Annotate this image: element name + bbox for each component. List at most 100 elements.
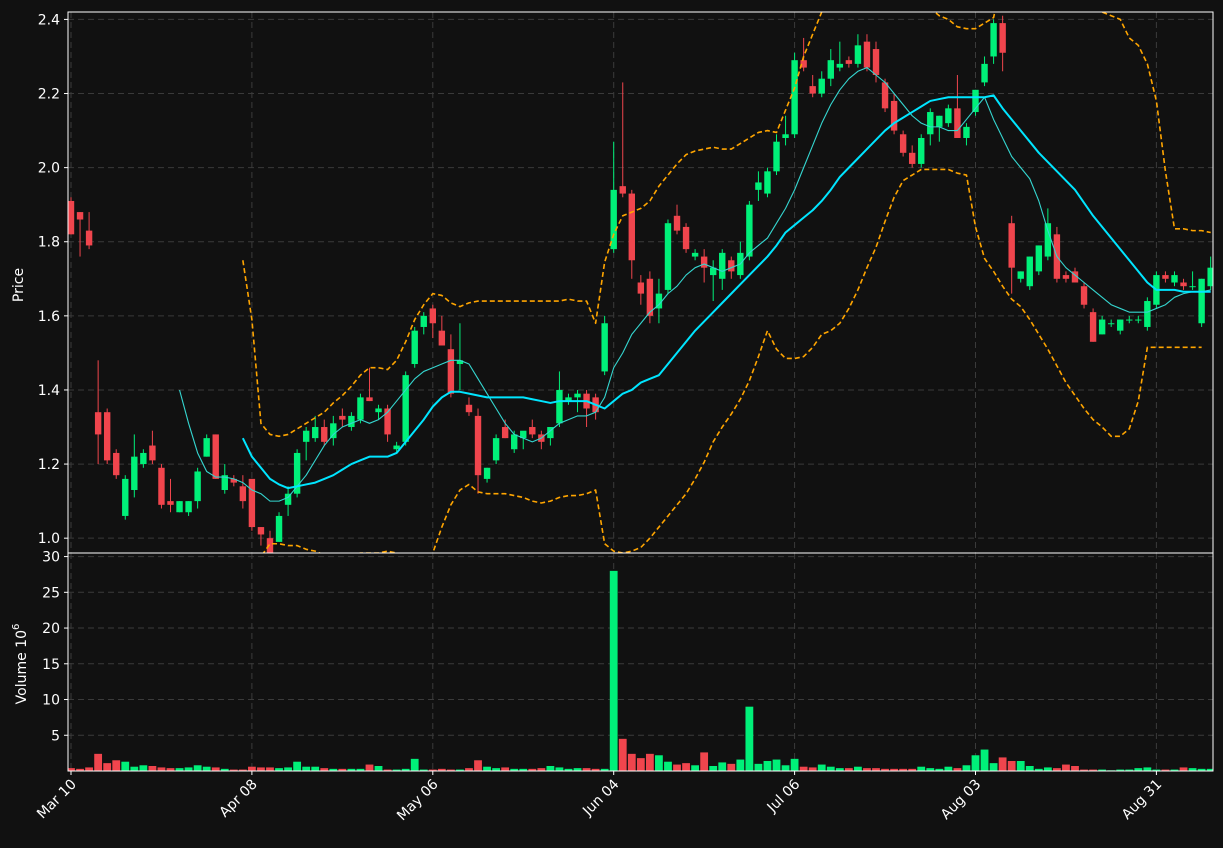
candle-body <box>131 456 138 491</box>
volume-bar <box>1062 764 1070 771</box>
candle-body <box>791 60 798 135</box>
candle-up <box>601 315 608 376</box>
candle-body <box>682 226 690 250</box>
volume-bar <box>103 763 112 771</box>
candle-body <box>927 112 934 135</box>
candle-body <box>113 452 120 476</box>
price-tick-label: 2.4 <box>38 12 60 28</box>
candle-body <box>1008 223 1015 268</box>
candle-body <box>185 501 192 513</box>
price-tick-label: 1.0 <box>38 531 60 547</box>
candle-up <box>275 512 283 542</box>
volume-bar <box>709 765 718 771</box>
volume-bar <box>691 765 700 771</box>
candle-body <box>411 330 418 365</box>
volume-bar <box>474 760 482 771</box>
candle-up <box>764 167 771 198</box>
candle-body <box>1089 312 1097 342</box>
volume-tick-label: 15 <box>42 657 60 673</box>
candle-body <box>700 256 708 268</box>
candle-body <box>881 82 889 109</box>
candle-body <box>302 430 310 442</box>
volume-bar <box>682 763 690 771</box>
volume-bar <box>673 764 681 771</box>
candle-body <box>899 134 907 153</box>
candle-body <box>963 126 970 138</box>
volume-bar <box>184 767 193 771</box>
candle-body <box>375 408 382 413</box>
candle-body <box>1144 301 1151 327</box>
volume-bar <box>211 767 220 771</box>
candle-down <box>1053 226 1061 283</box>
candle-body <box>1117 319 1124 331</box>
volume-bar <box>799 766 808 771</box>
candle-body <box>529 427 536 435</box>
candle-down <box>1080 282 1088 309</box>
candle-down <box>113 449 120 479</box>
volume-bar <box>618 738 627 771</box>
volume-bar <box>944 766 953 771</box>
volume-bar <box>754 763 763 771</box>
candle-body <box>1180 282 1187 287</box>
volume-bar <box>248 766 256 771</box>
volume-bar <box>193 765 202 771</box>
candle-body <box>203 438 210 457</box>
candle-up <box>1035 245 1043 276</box>
candle-body <box>94 412 102 435</box>
candle-body <box>122 478 129 516</box>
price-tick-label: 2.2 <box>38 87 60 103</box>
candle-down <box>158 464 165 509</box>
candle-body <box>438 330 446 346</box>
candle-body <box>1098 319 1106 335</box>
candle-down <box>68 197 75 235</box>
volume-bar <box>781 765 790 771</box>
candle-up <box>293 449 301 498</box>
volume-bar <box>130 766 139 771</box>
candle-body <box>782 134 789 138</box>
candle-body <box>103 412 111 461</box>
candle-body <box>158 467 165 505</box>
candle-up <box>402 371 409 446</box>
volume-bar <box>664 761 672 771</box>
candle-body <box>492 438 500 461</box>
volume-axis-label: Volume 106 <box>11 624 30 705</box>
volume-bar <box>790 758 799 771</box>
candle-body <box>348 415 355 428</box>
candle-up <box>357 393 364 424</box>
volume-tick-label: 25 <box>42 585 60 601</box>
volume-bar <box>962 765 971 771</box>
volume-bar <box>980 749 989 771</box>
candle-body <box>212 434 219 479</box>
candle-body <box>1135 319 1142 321</box>
volume-bar <box>139 765 148 771</box>
volume-bar <box>817 764 826 771</box>
candle-down <box>881 78 889 113</box>
candle-body <box>574 393 581 398</box>
candle-body <box>339 415 346 420</box>
candle-body <box>908 152 916 164</box>
volume-tick-label: 30 <box>42 550 60 566</box>
candle-body <box>1162 275 1169 279</box>
candle-up <box>1026 256 1033 290</box>
volume-bar <box>94 753 103 771</box>
candle-body <box>845 60 853 64</box>
price-axis-label: Price <box>11 268 27 302</box>
candle-body <box>366 397 373 402</box>
volume-bar <box>772 759 781 771</box>
price-tick-label: 2.0 <box>38 161 60 177</box>
volume-bar <box>736 759 745 771</box>
volume-bar <box>266 767 274 771</box>
price-tick-label: 1.2 <box>38 457 60 473</box>
candle-body <box>85 230 93 246</box>
volume-bar <box>971 755 980 771</box>
volume-bar <box>284 767 292 771</box>
volume-bar <box>854 766 862 771</box>
candle-body <box>402 375 409 442</box>
volume-bar <box>718 762 727 771</box>
candle-body <box>68 200 75 235</box>
candle-body <box>728 260 735 272</box>
candle-body <box>818 78 825 94</box>
candle-body <box>76 212 84 220</box>
candle-body <box>691 252 699 257</box>
candle-body <box>176 501 183 513</box>
